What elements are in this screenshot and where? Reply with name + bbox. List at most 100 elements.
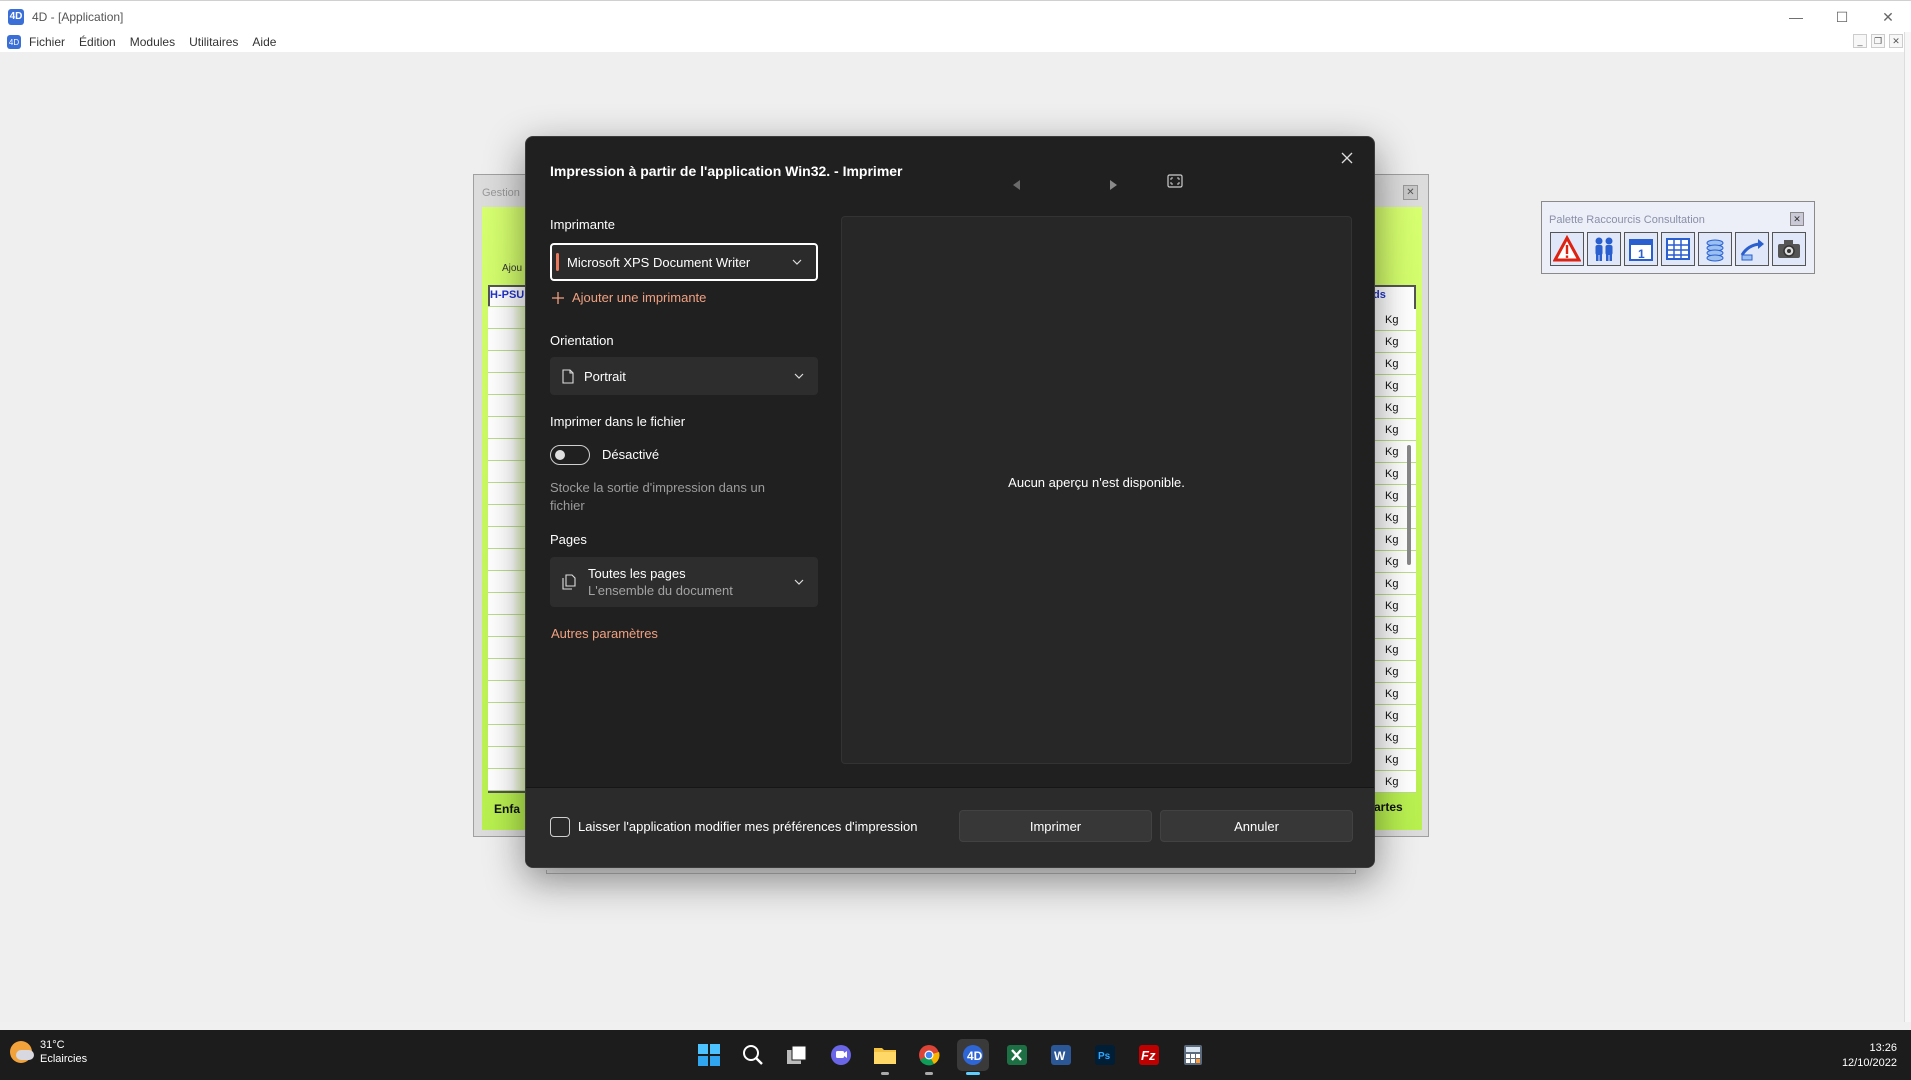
background-left-row [488, 703, 528, 725]
table-icon[interactable] [1661, 232, 1695, 266]
pages-subtitle: L'ensemble du document [588, 583, 733, 598]
close-icon[interactable]: ✕ [1865, 1, 1911, 33]
shortcut-palette[interactable]: Palette Raccourcis Consultation ✕ 1 [1541, 201, 1815, 274]
background-weight-cell: Kg [1371, 749, 1416, 771]
coins-icon[interactable] [1698, 232, 1732, 266]
mdi-close-icon[interactable]: ✕ [1889, 34, 1903, 48]
running-indicator [925, 1072, 933, 1075]
background-close-icon[interactable]: ✕ [1403, 185, 1418, 200]
background-left-row [488, 483, 528, 505]
background-left-row [488, 351, 528, 373]
palette-title: Palette Raccourcis Consultation [1549, 214, 1705, 226]
maximize-icon[interactable]: ☐ [1819, 1, 1865, 33]
printer-select[interactable]: Microsoft XPS Document Writer [550, 243, 818, 281]
start-icon[interactable] [693, 1039, 725, 1071]
menu-edition[interactable]: Édition [79, 35, 116, 49]
camera-icon[interactable] [1772, 232, 1806, 266]
window-controls: — ☐ ✕ [1773, 1, 1911, 33]
mdi-restore-icon[interactable]: ❐ [1871, 34, 1885, 48]
allow-prefs-label[interactable]: Laisser l'application modifier mes préfé… [578, 819, 918, 834]
more-settings-link[interactable]: Autres paramètres [551, 626, 658, 641]
background-left-row [488, 637, 528, 659]
chevron-down-icon [792, 259, 802, 265]
pages-label: Pages [550, 532, 587, 547]
dialog-close-icon[interactable] [1334, 145, 1360, 171]
print-preview: Aucun aperçu n'est disponible. [841, 216, 1352, 764]
excel-icon[interactable] [1001, 1039, 1033, 1071]
background-footer-left: Enfa [494, 802, 521, 816]
background-weight-cell: Kg [1371, 661, 1416, 683]
background-weight-cell: Kg [1371, 595, 1416, 617]
menu-app-icon[interactable]: 4D [7, 35, 21, 49]
add-printer-label: Ajouter une imprimante [572, 290, 707, 305]
clock-date: 12/10/2022 [1841, 1057, 1897, 1069]
background-left-row [488, 373, 528, 395]
background-window-title: Gestion [482, 187, 520, 199]
people-icon[interactable] [1587, 232, 1621, 266]
background-left-row [488, 285, 528, 307]
background-left-row [488, 461, 528, 483]
chat-icon[interactable] [825, 1039, 857, 1071]
background-weight-cell: Kg [1371, 419, 1416, 441]
4d-app-icon[interactable]: 4D [957, 1039, 989, 1075]
calculator-icon[interactable] [1177, 1039, 1209, 1071]
background-weight-cell: Kg [1371, 683, 1416, 705]
cancel-button[interactable]: Annuler [1160, 810, 1353, 842]
background-weight-cell: Kg [1371, 617, 1416, 639]
menu-aide[interactable]: Aide [252, 35, 276, 49]
weather-widget[interactable]: 31°C Eclaircies [10, 1038, 87, 1066]
weather-text: 31°C Eclaircies [40, 1038, 87, 1066]
word-icon[interactable]: W [1045, 1039, 1077, 1071]
background-left-row [488, 439, 528, 461]
weather-description: Eclaircies [40, 1053, 88, 1065]
fit-page-icon[interactable] [1167, 174, 1183, 191]
clock-time: 13:26 [1869, 1042, 1897, 1054]
pages-text: Toutes les pages L'ensemble du document [588, 566, 733, 598]
minimize-icon[interactable]: — [1773, 1, 1819, 33]
background-left-row [488, 395, 528, 417]
filezilla-icon[interactable]: Fz [1133, 1039, 1165, 1071]
orientation-select[interactable]: Portrait [550, 357, 818, 395]
svg-text:W: W [1054, 1049, 1066, 1063]
window-titlebar: 4D 4D - [Application] — ☐ ✕ [0, 0, 1911, 32]
taskbar: 31°C Eclaircies 4D W Ps Fz 13:26 12/10/2… [0, 1030, 1911, 1080]
background-weight-cell: Kg [1371, 771, 1416, 793]
dialog-title: Impression à partir de l'application Win… [550, 163, 903, 179]
add-printer-link[interactable]: Ajouter une imprimante [552, 290, 706, 305]
background-weight-cell: Kg [1371, 727, 1416, 749]
pages-value: Toutes les pages [588, 566, 686, 581]
calendar-icon[interactable]: 1 [1624, 232, 1658, 266]
clock[interactable]: 13:26 12/10/2022 [1842, 1041, 1897, 1071]
search-icon[interactable] [737, 1039, 769, 1071]
chrome-icon[interactable] [913, 1039, 945, 1075]
allow-prefs-checkbox[interactable] [550, 817, 570, 837]
background-scrollbar[interactable] [1407, 445, 1411, 565]
background-left-row [488, 505, 528, 527]
orientation-label: Orientation [550, 333, 614, 348]
background-weight-cell: Kg [1371, 375, 1416, 397]
menu-fichier[interactable]: Fichier [29, 35, 65, 49]
photoshop-icon[interactable]: Ps [1089, 1039, 1121, 1071]
palette-tools: 1 [1550, 232, 1806, 266]
transfer-icon[interactable] [1735, 232, 1769, 266]
menu-modules[interactable]: Modules [130, 35, 175, 49]
print-button[interactable]: Imprimer [959, 810, 1152, 842]
print-to-file-toggle[interactable] [550, 445, 590, 465]
background-left-row [488, 571, 528, 593]
background-weight-cell: Kg [1371, 397, 1416, 419]
mdi-minimize-icon[interactable]: _ [1853, 34, 1867, 48]
print-dialog: Impression à partir de l'application Win… [525, 136, 1375, 868]
pages-select[interactable]: Toutes les pages L'ensemble du document [550, 557, 818, 607]
menu-utilitaires[interactable]: Utilitaires [189, 35, 238, 49]
printer-value: Microsoft XPS Document Writer [567, 254, 751, 270]
svg-text:1: 1 [1638, 247, 1645, 261]
background-left-row [488, 769, 528, 791]
background-toolbar-label: Ajou [502, 263, 523, 274]
preview-next-icon[interactable] [1109, 179, 1117, 193]
mdi-controls: _ ❐ ✕ [1853, 34, 1903, 48]
palette-close-icon[interactable]: ✕ [1790, 212, 1804, 226]
preview-previous-icon[interactable] [1013, 179, 1021, 193]
file-explorer-icon[interactable] [869, 1039, 901, 1075]
task-view-icon[interactable] [781, 1039, 813, 1071]
warning-icon[interactable] [1550, 232, 1584, 266]
